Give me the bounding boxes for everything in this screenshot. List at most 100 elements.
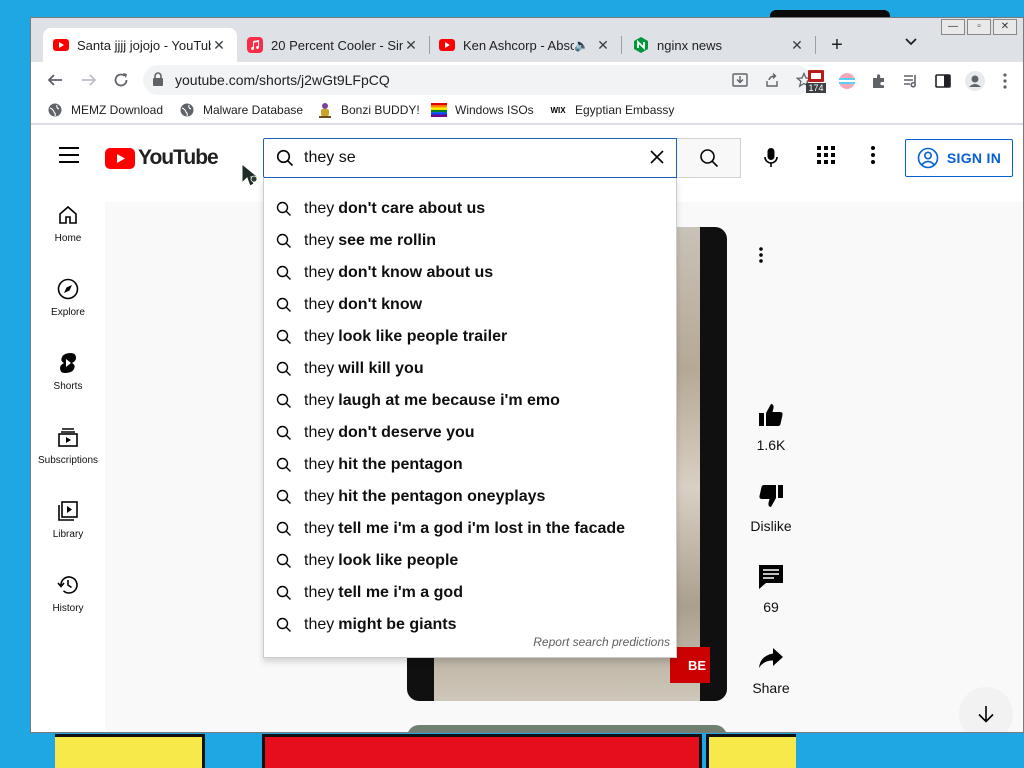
bookmark-memz[interactable]: MEMZ Download	[47, 102, 163, 118]
browser-window: Santa jjjj jojojo - YouTube ✕ 20 Percent…	[30, 17, 1024, 733]
search-icon	[276, 233, 292, 249]
search-icon	[276, 361, 292, 377]
search-icon	[276, 521, 292, 537]
share-icon[interactable]	[763, 71, 781, 89]
shorts-icon	[56, 351, 80, 375]
video-more-options-icon[interactable]	[759, 247, 763, 268]
search-icon	[276, 393, 292, 409]
search-icon	[699, 149, 718, 168]
like-button[interactable]: 1.6K	[741, 401, 801, 453]
search-suggestion-item[interactable]: they don't know about us	[264, 257, 676, 289]
bookmarks-bar: MEMZ Download Malware Database Bonzi BUD…	[31, 98, 1023, 124]
voice-search-button[interactable]	[753, 140, 789, 176]
suggestion-completion-text: don't know about us	[338, 264, 494, 281]
window-controls: — ▫ ✕	[939, 19, 1017, 35]
media-controls-icon[interactable]	[901, 71, 921, 91]
suggestion-completion-text: don't know	[338, 296, 423, 313]
back-button[interactable]	[43, 68, 67, 92]
new-tab-button[interactable]: +	[825, 34, 849, 57]
tab-search-chevron-icon[interactable]	[905, 34, 917, 49]
share-button[interactable]: Share	[741, 644, 801, 696]
browser-toolbar: youtube.com/shorts/j2wGt9LFpCQ 174	[31, 62, 1023, 98]
youtube-logo[interactable]: YouTube	[105, 146, 219, 170]
search-box[interactable]	[263, 138, 677, 178]
tab-20-percent-cooler[interactable]: 20 Percent Cooler - Singing ✕	[237, 28, 429, 62]
suggestion-completion-text: hit the pentagon	[338, 456, 463, 473]
sidebar-item-shorts[interactable]: Shorts	[31, 333, 105, 407]
forward-button[interactable]	[77, 68, 101, 92]
search-button[interactable]	[677, 138, 741, 178]
url-text[interactable]: youtube.com/shorts/j2wGt9LFpCQ	[175, 72, 390, 88]
music-icon	[247, 37, 263, 53]
search-suggestion-item[interactable]: they tell me i'm a god	[264, 577, 676, 609]
close-tab-icon[interactable]: ✕	[595, 37, 611, 54]
lock-icon[interactable]	[153, 72, 163, 91]
search-suggestion-item[interactable]: they don't know	[264, 289, 676, 321]
bookmark-egyptian-embassy[interactable]: WIX Egyptian Embassy	[549, 102, 674, 118]
sidebar-item-explore[interactable]: Explore	[31, 259, 105, 333]
next-video-button[interactable]	[959, 687, 1013, 732]
search-suggestion-item[interactable]: they hit the pentagon	[264, 449, 676, 481]
tab-nginx-news[interactable]: nginx news ✕	[623, 28, 815, 62]
next-short-preview[interactable]	[407, 725, 727, 732]
close-tab-icon[interactable]: ✕	[789, 37, 805, 54]
search-suggestion-item[interactable]: they tell me i'm a god i'm lost in the fa…	[264, 513, 676, 545]
search-icon	[276, 457, 292, 473]
sign-in-button[interactable]: SIGN IN	[905, 139, 1013, 177]
bookmark-windows-isos[interactable]: Windows ISOs	[431, 102, 534, 118]
search-suggestion-item[interactable]: they will kill you	[264, 353, 676, 385]
search-suggestion-item[interactable]: they look like people trailer	[264, 321, 676, 353]
maximize-button[interactable]: ▫	[967, 19, 991, 35]
browser-menu-icon[interactable]	[995, 71, 1015, 91]
sidebar-item-subscriptions[interactable]: Subscriptions	[31, 407, 105, 481]
search-suggestion-item[interactable]: they don't deserve you	[264, 417, 676, 449]
search-suggestion-item[interactable]: they don't care about us	[264, 193, 676, 225]
search-suggestion-item[interactable]: they hit the pentagon oneyplays	[264, 481, 676, 513]
install-app-icon[interactable]	[731, 71, 749, 89]
suggestion-typed-text: they	[304, 328, 335, 345]
search-suggestion-item[interactable]: they see me rollin	[264, 225, 676, 257]
bookmark-bonzi-buddy[interactable]: Bonzi BUDDY!	[317, 102, 420, 118]
close-tab-icon[interactable]: ✕	[403, 37, 419, 54]
extension-counter-icon[interactable]: 174	[805, 68, 827, 94]
report-predictions-link[interactable]: Report search predictions	[533, 635, 670, 649]
comments-button[interactable]: 69	[741, 563, 801, 615]
close-tab-icon[interactable]: ✕	[211, 37, 227, 54]
suggestion-completion-text: will kill you	[338, 360, 424, 377]
search-suggestion-item[interactable]: they look like people	[264, 545, 676, 577]
suggestion-completion-text: tell me i'm a god	[338, 584, 463, 601]
youtube-page: YouTube they se SIGN IN Home Explore Sho…	[31, 125, 1023, 732]
microphone-icon	[764, 148, 778, 167]
sidebar-item-home[interactable]: Home	[31, 185, 105, 259]
bookmark-malware-database[interactable]: Malware Database	[179, 102, 303, 118]
search-icon	[276, 489, 292, 505]
search-suggestions-dropdown: they don't care about us they see me rollin…	[263, 178, 677, 658]
search-icon	[276, 585, 292, 601]
reload-button[interactable]	[109, 68, 133, 92]
extensions-puzzle-icon[interactable]	[869, 71, 889, 91]
speaker-icon[interactable]: 🔈	[574, 38, 589, 52]
tab-ken-ashcorp[interactable]: Ken Ashcorp - Absolutely 🔈 ✕	[429, 28, 621, 62]
comment-icon	[757, 563, 785, 591]
apps-grid-icon[interactable]	[817, 146, 835, 169]
sidebar-item-library[interactable]: Library	[31, 481, 105, 555]
sidebar-item-history[interactable]: History	[31, 555, 105, 629]
youtube-icon	[53, 37, 69, 53]
trans-flag-extension-icon[interactable]	[837, 71, 857, 91]
minimize-button[interactable]: —	[941, 19, 965, 35]
search-suggestion-item[interactable]: they laugh at me because i'm emo	[264, 385, 676, 417]
side-panel-icon[interactable]	[933, 71, 953, 91]
settings-more-icon[interactable]	[871, 146, 875, 169]
profile-avatar-icon[interactable]	[965, 71, 985, 91]
address-bar[interactable]: youtube.com/shorts/j2wGt9LFpCQ	[143, 65, 812, 95]
close-window-button[interactable]: ✕	[993, 19, 1017, 35]
clear-search-icon[interactable]	[648, 148, 666, 171]
suggestion-completion-text: don't care about us	[338, 200, 486, 217]
search-icon	[276, 425, 292, 441]
search-icon	[276, 265, 292, 281]
dislike-button[interactable]: Dislike	[741, 482, 801, 534]
menu-hamburger-icon[interactable]	[59, 147, 79, 168]
wallpaper-shape	[55, 734, 205, 768]
search-input[interactable]	[304, 145, 634, 171]
tab-santa[interactable]: Santa jjjj jojojo - YouTube ✕	[43, 28, 237, 62]
